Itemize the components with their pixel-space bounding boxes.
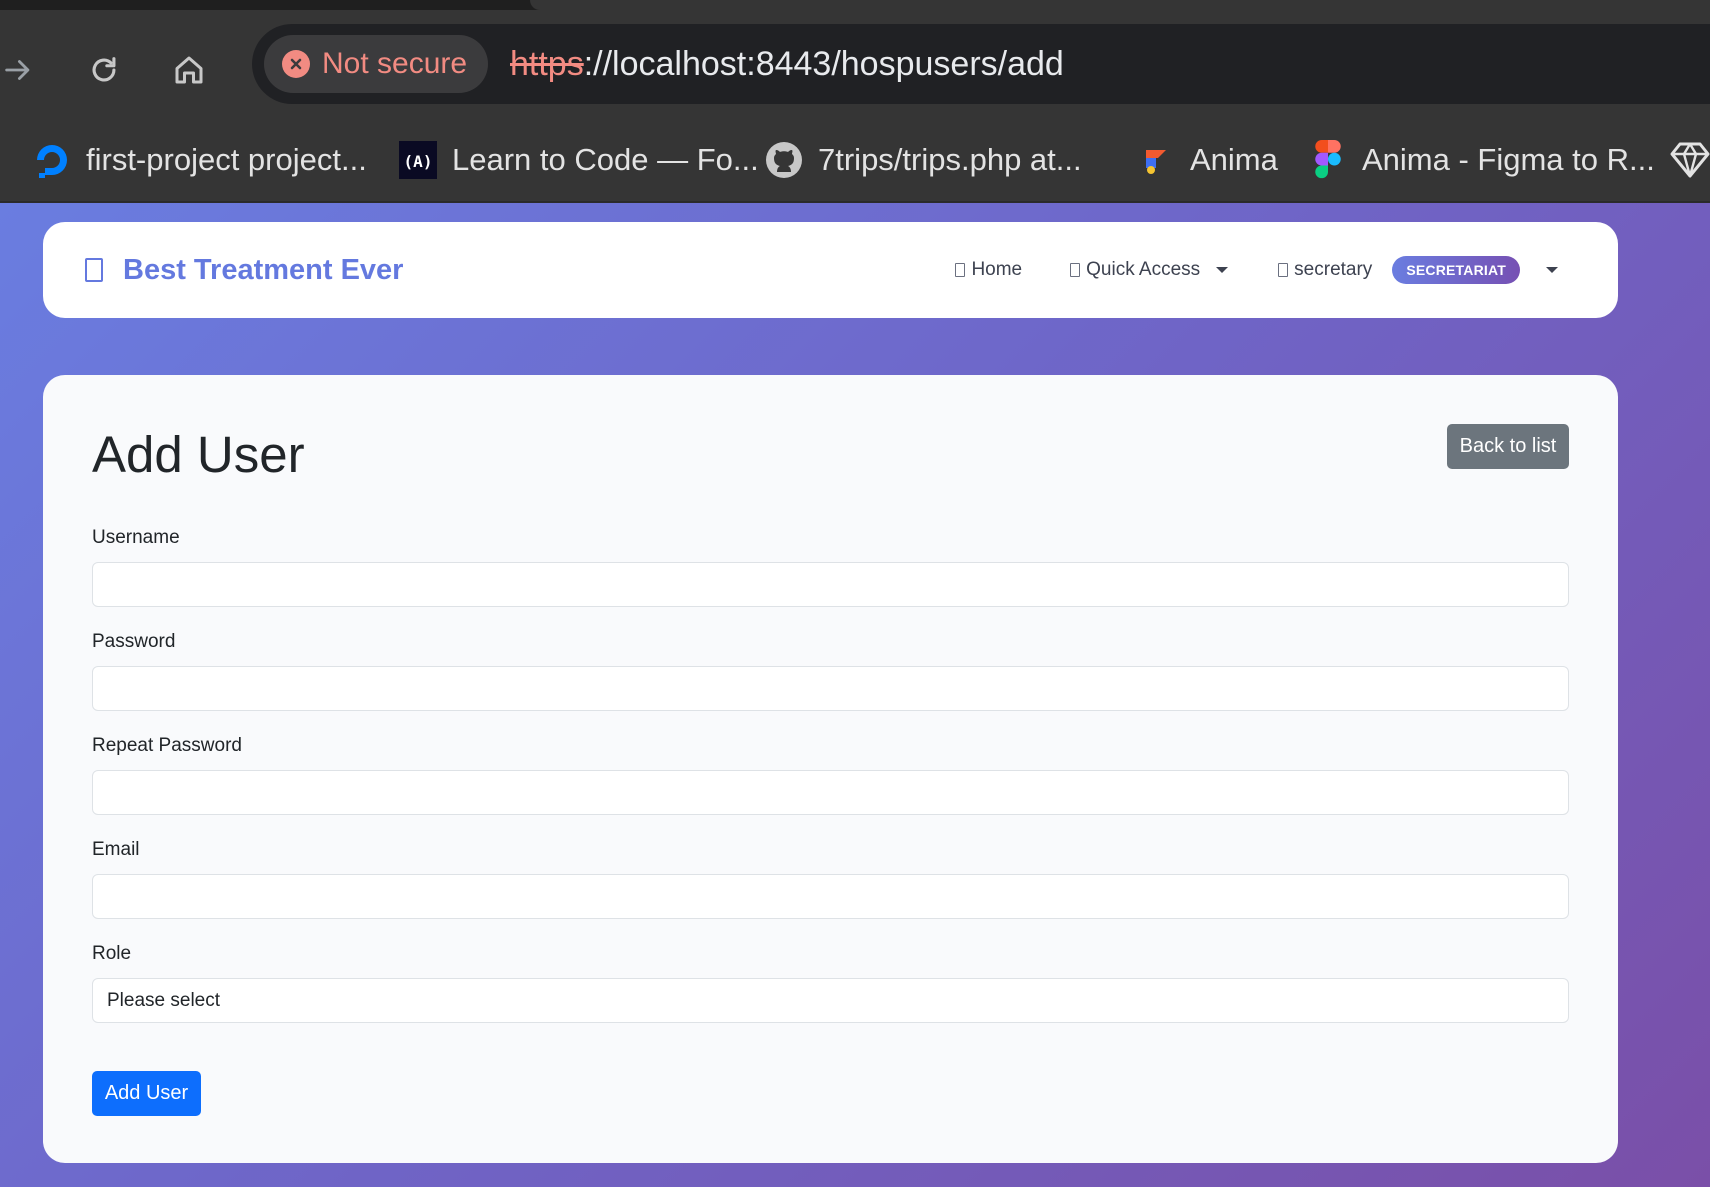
bookmark-label: 7trips/trips.php at... [818,142,1082,177]
page-viewport: Best Treatment Ever Home Quick Access se… [0,203,1710,1187]
brand-link[interactable]: Best Treatment Ever [85,222,403,318]
not-secure-icon [282,50,310,78]
email-label: Email [92,839,140,860]
nav-user-menu[interactable]: secretary SECRETARIAT [1278,256,1558,284]
role-label: Role [92,943,132,964]
repeat-password-input[interactable] [92,770,1569,815]
security-chip[interactable]: Not secure [264,35,488,93]
add-user-button[interactable]: Add User [92,1071,201,1116]
bookmark-freecodecamp[interactable]: (A) Learn to Code — Fo... [398,132,759,188]
username-input[interactable] [92,562,1569,607]
password-input[interactable] [92,666,1569,711]
role-selected-value: Please select [107,989,221,1011]
bookmark-anima-figma[interactable]: Anima - Figma to R... [1308,132,1655,188]
nav-links: Home Quick Access secretary SECRETARIAT [955,222,1558,318]
chevron-down-icon [1216,267,1229,273]
username-label: Username [92,527,180,548]
url-text[interactable]: https://localhost:8443/hospusers/add [510,24,1064,104]
hospital-icon [85,258,103,282]
repeat-password-label: Repeat Password [92,735,242,756]
url-scheme: https [510,44,584,83]
arrow-right-icon [5,60,30,80]
bookmark-anima[interactable]: Anima [1136,132,1278,188]
reload-icon [92,57,116,82]
bookmark-first-project[interactable]: first-project project... [32,132,367,188]
role-select[interactable]: Please select [92,978,1569,1023]
figma-icon [1308,140,1348,180]
nav-quick-access[interactable]: Quick Access [1070,259,1229,281]
lightning-icon [1070,263,1081,277]
reload-button[interactable] [82,48,126,92]
anima-icon [1136,140,1176,180]
home-icon [955,263,966,277]
brand-name: Best Treatment Ever [123,253,404,286]
back-to-list-button[interactable]: Back to list [1447,424,1569,469]
bookmark-sketch[interactable] [1670,132,1710,188]
bookmark-label: Learn to Code — Fo... [452,142,759,177]
url-rest: ://localhost:8443/hospusers/add [583,44,1064,83]
bookmark-label: Anima - Figma to R... [1362,142,1655,177]
svg-text:(A): (A) [404,152,433,171]
top-navbar: Best Treatment Ever Home Quick Access se… [43,222,1618,318]
sketch-icon [1670,140,1710,180]
home-icon [175,56,203,84]
bookmarks-bar: first-project project... (A) Learn to Co… [0,118,1710,202]
user-icon [1278,263,1289,277]
forward-button[interactable] [0,48,40,92]
add-user-card: Add User Back to list Username Password … [43,375,1618,1163]
bookmark-label: Anima [1190,142,1278,177]
nav-home-label: Home [971,259,1023,280]
nav-username: secretary [1294,259,1373,280]
github-icon [764,140,804,180]
digitalocean-icon [32,140,72,180]
email-input[interactable] [92,874,1569,919]
nav-home[interactable]: Home [955,259,1022,281]
security-label: Not secure [322,47,468,80]
page-title: Add User [92,426,305,483]
address-bar[interactable]: Not secure https://localhost:8443/hospus… [252,24,1710,104]
active-tab-edge [530,0,1710,10]
bookmark-label: first-project project... [86,142,367,177]
role-badge: SECRETARIAT [1392,256,1520,284]
chevron-down-icon [1546,267,1558,273]
bookmark-7trips[interactable]: 7trips/trips.php at... [764,132,1082,188]
browser-toolbar: Not secure https://localhost:8443/hospus… [0,10,1710,118]
freecodecamp-icon: (A) [398,140,438,180]
nav-quick-access-label: Quick Access [1086,259,1201,280]
password-label: Password [92,631,176,652]
home-button[interactable] [167,48,211,92]
